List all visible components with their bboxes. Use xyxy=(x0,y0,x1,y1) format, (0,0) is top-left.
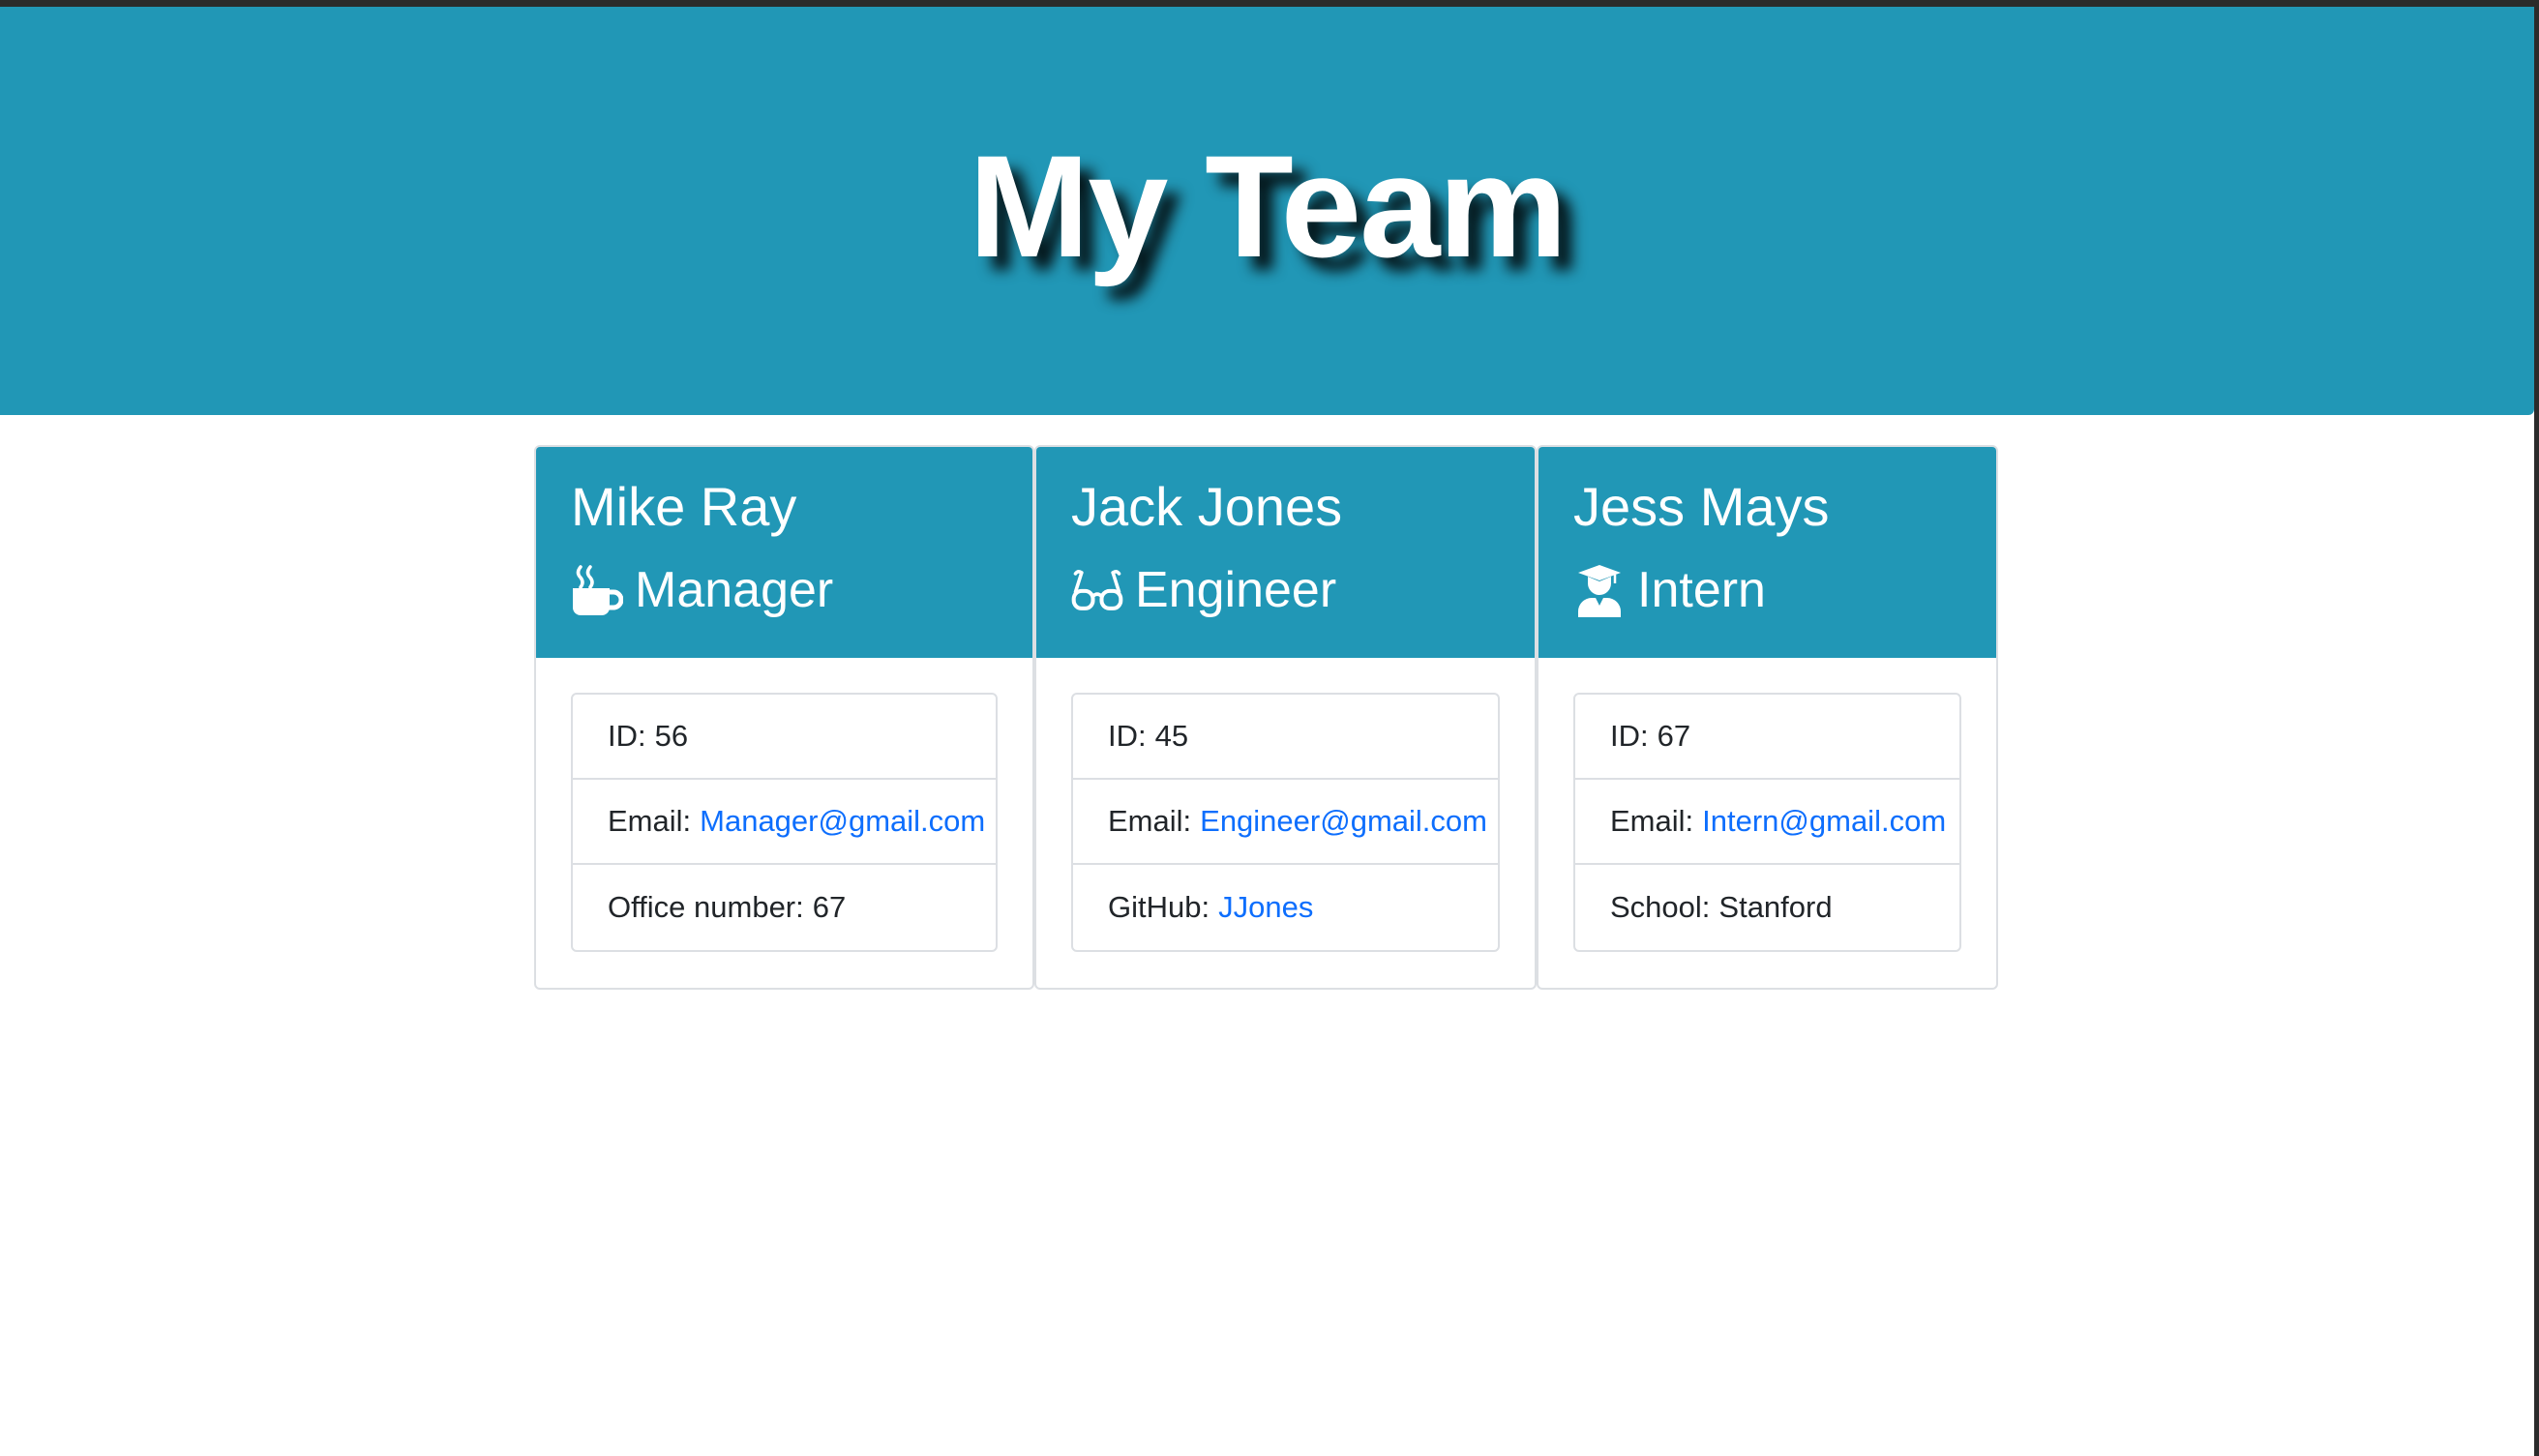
info-list: ID: 56 Email: Manager@gmail.com Office n… xyxy=(571,693,998,952)
id-value: 45 xyxy=(1154,719,1189,753)
employee-role: Engineer xyxy=(1071,551,1535,629)
card-body: ID: 67 Email: Intern@gmail.com School: S… xyxy=(1538,658,1996,952)
coffee-mug-icon xyxy=(571,563,623,617)
employee-role: Intern xyxy=(1573,551,1996,629)
card-header: Mike Ray Manager xyxy=(536,447,1032,658)
page: My Team Mike Ray Manager ID: 56 Email: M… xyxy=(0,0,2539,1456)
office-number-value: 67 xyxy=(812,890,847,924)
employee-name: Jess Mays xyxy=(1573,476,1830,537)
employee-name: Jack Jones xyxy=(1071,476,1343,537)
github-link[interactable]: JJones xyxy=(1218,890,1313,925)
page-title: My Team xyxy=(969,124,1568,287)
page-header: My Team xyxy=(0,7,2534,415)
id-row: ID: 56 xyxy=(573,695,996,780)
email-row: Email: Engineer@gmail.com xyxy=(1073,780,1498,865)
employee-card-engineer: Jack Jones Engineer ID: 45 Email: Engine… xyxy=(1034,445,1537,990)
office-number-row: Office number: 67 xyxy=(573,865,996,950)
employee-card-intern: Jess Mays Intern ID: 67 Email: Intern@gm… xyxy=(1537,445,1998,990)
school-label: School: xyxy=(1610,890,1711,924)
github-row: GitHub: JJones xyxy=(1073,865,1498,950)
email-label: Email: xyxy=(608,804,692,838)
team-cards: Mike Ray Manager ID: 56 Email: Manager@g… xyxy=(534,445,1998,992)
glasses-icon xyxy=(1071,563,1123,617)
email-link[interactable]: Manager@gmail.com xyxy=(700,804,985,839)
email-label: Email: xyxy=(1108,804,1192,838)
email-row: Email: Intern@gmail.com xyxy=(1575,780,1959,865)
info-list: ID: 45 Email: Engineer@gmail.com GitHub:… xyxy=(1071,693,1500,952)
id-row: ID: 45 xyxy=(1073,695,1498,780)
card-header: Jess Mays Intern xyxy=(1538,447,1996,658)
window-right-edge xyxy=(2534,0,2539,1456)
email-link[interactable]: Engineer@gmail.com xyxy=(1200,804,1487,839)
email-link[interactable]: Intern@gmail.com xyxy=(1702,804,1946,839)
card-body: ID: 45 Email: Engineer@gmail.com GitHub:… xyxy=(1036,658,1535,952)
employee-card-manager: Mike Ray Manager ID: 56 Email: Manager@g… xyxy=(534,445,1034,990)
id-value: 56 xyxy=(654,719,689,753)
graduate-icon xyxy=(1573,563,1626,617)
office-number-label: Office number: xyxy=(608,890,804,924)
id-label: ID: xyxy=(608,719,646,753)
role-label: Manager xyxy=(635,562,834,618)
id-row: ID: 67 xyxy=(1575,695,1959,780)
employee-role: Manager xyxy=(571,551,1032,629)
id-label: ID: xyxy=(1108,719,1147,753)
github-label: GitHub: xyxy=(1108,890,1210,924)
school-value: Stanford xyxy=(1718,890,1833,924)
card-header: Jack Jones Engineer xyxy=(1036,447,1535,658)
role-label: Engineer xyxy=(1135,562,1337,618)
school-row: School: Stanford xyxy=(1575,865,1959,950)
id-value: 67 xyxy=(1657,719,1691,753)
window-top-edge xyxy=(0,0,2539,7)
role-label: Intern xyxy=(1637,562,1766,618)
employee-name: Mike Ray xyxy=(571,476,797,537)
id-label: ID: xyxy=(1610,719,1649,753)
card-body: ID: 56 Email: Manager@gmail.com Office n… xyxy=(536,658,1032,952)
email-label: Email: xyxy=(1610,804,1694,838)
email-row: Email: Manager@gmail.com xyxy=(573,780,996,865)
info-list: ID: 67 Email: Intern@gmail.com School: S… xyxy=(1573,693,1961,952)
